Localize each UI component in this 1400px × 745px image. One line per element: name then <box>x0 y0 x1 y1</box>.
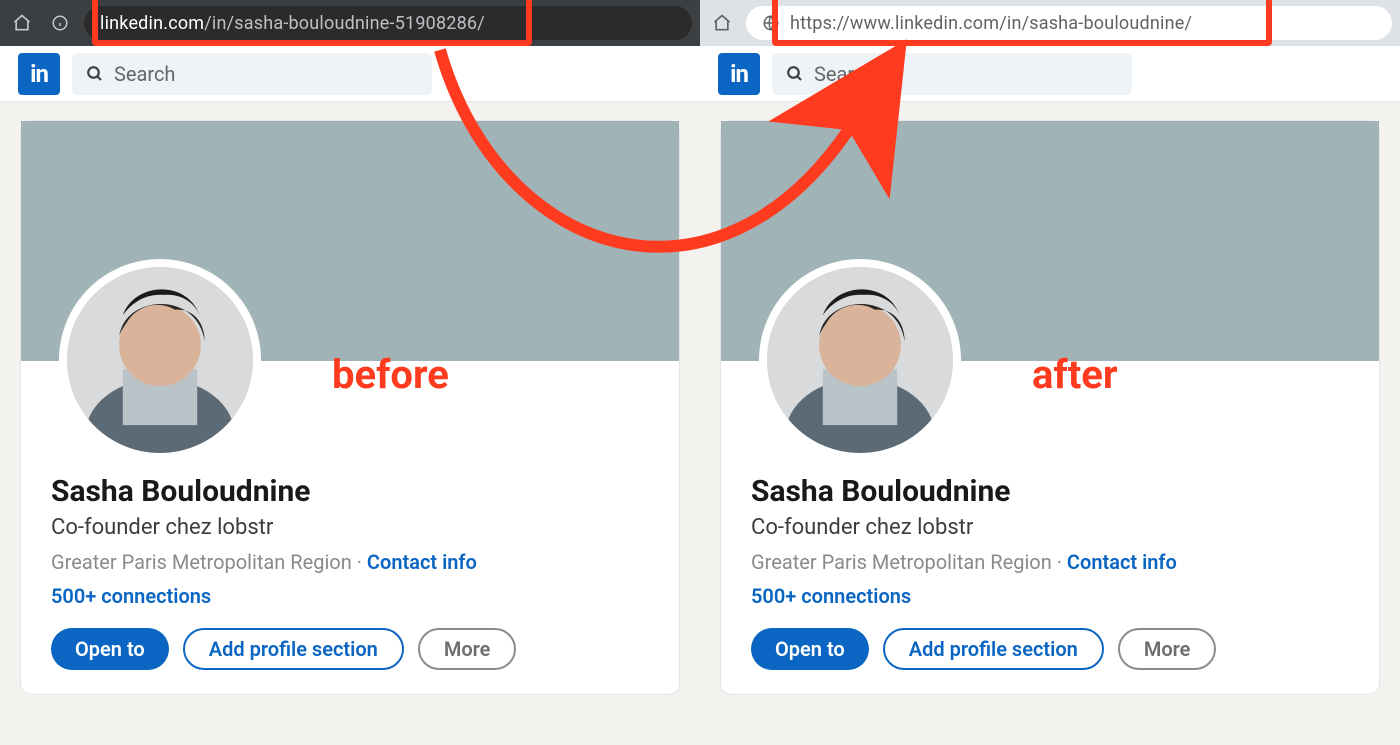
location-row: Greater Paris Metropolitan Region · Cont… <box>751 550 1349 574</box>
url-full: https://www.linkedin.com/in/sasha-boulou… <box>790 13 1192 34</box>
search-placeholder: Search <box>814 62 875 86</box>
linkedin-header-left: in Search <box>0 46 700 102</box>
profile-page-left: Sasha Bouloudnine Co-founder chez lobstr… <box>0 102 700 695</box>
search-placeholder: Search <box>114 62 175 86</box>
before-panel: linkedin.com/in/sasha-bouloudnine-519082… <box>0 0 700 745</box>
add-section-button[interactable]: Add profile section <box>183 628 404 670</box>
url-bar-left[interactable]: linkedin.com/in/sasha-bouloudnine-519082… <box>84 6 692 40</box>
home-icon[interactable] <box>8 9 36 37</box>
url-bar-right[interactable]: https://www.linkedin.com/in/sasha-boulou… <box>746 6 1392 40</box>
info-icon[interactable] <box>46 9 74 37</box>
after-panel: https://www.linkedin.com/in/sasha-boulou… <box>700 0 1400 745</box>
before-label: before <box>332 351 449 398</box>
profile-location: Greater Paris Metropolitan Region <box>751 550 1052 574</box>
add-section-button[interactable]: Add profile section <box>883 628 1104 670</box>
open-to-button[interactable]: Open to <box>751 628 869 670</box>
browser-toolbar-left: linkedin.com/in/sasha-bouloudnine-519082… <box>0 0 700 46</box>
contact-info-link[interactable]: Contact info <box>1067 550 1177 574</box>
linkedin-header-right: in Search <box>700 46 1400 102</box>
profile-card: Sasha Bouloudnine Co-founder chez lobstr… <box>720 120 1380 695</box>
search-icon <box>786 65 804 83</box>
url-path: /in/sasha-bouloudnine-51908286/ <box>204 13 485 34</box>
profile-name: Sasha Bouloudnine <box>51 473 649 511</box>
linkedin-logo-icon[interactable]: in <box>18 53 60 95</box>
location-row: Greater Paris Metropolitan Region · Cont… <box>51 550 649 574</box>
avatar[interactable] <box>759 259 961 461</box>
open-to-button[interactable]: Open to <box>51 628 169 670</box>
profile-tagline: Co-founder chez lobstr <box>751 515 1349 540</box>
profile-page-right: Sasha Bouloudnine Co-founder chez lobstr… <box>700 102 1400 695</box>
profile-tagline: Co-founder chez lobstr <box>51 515 649 540</box>
avatar[interactable] <box>59 259 261 461</box>
profile-name: Sasha Bouloudnine <box>751 473 1349 511</box>
globe-icon <box>762 14 780 32</box>
search-input[interactable]: Search <box>772 53 1132 95</box>
more-button[interactable]: More <box>418 628 517 670</box>
browser-toolbar-right: https://www.linkedin.com/in/sasha-boulou… <box>700 0 1400 46</box>
search-input[interactable]: Search <box>72 53 432 95</box>
profile-card: Sasha Bouloudnine Co-founder chez lobstr… <box>20 120 680 695</box>
after-label: after <box>1032 351 1118 398</box>
connections-link[interactable]: 500+ connections <box>751 584 1349 608</box>
connections-link[interactable]: 500+ connections <box>51 584 649 608</box>
search-icon <box>86 65 104 83</box>
profile-location: Greater Paris Metropolitan Region <box>51 550 352 574</box>
more-button[interactable]: More <box>1118 628 1217 670</box>
home-icon[interactable] <box>708 9 736 37</box>
url-host: linkedin.com <box>100 13 204 34</box>
linkedin-logo-icon[interactable]: in <box>718 53 760 95</box>
contact-info-link[interactable]: Contact info <box>367 550 477 574</box>
